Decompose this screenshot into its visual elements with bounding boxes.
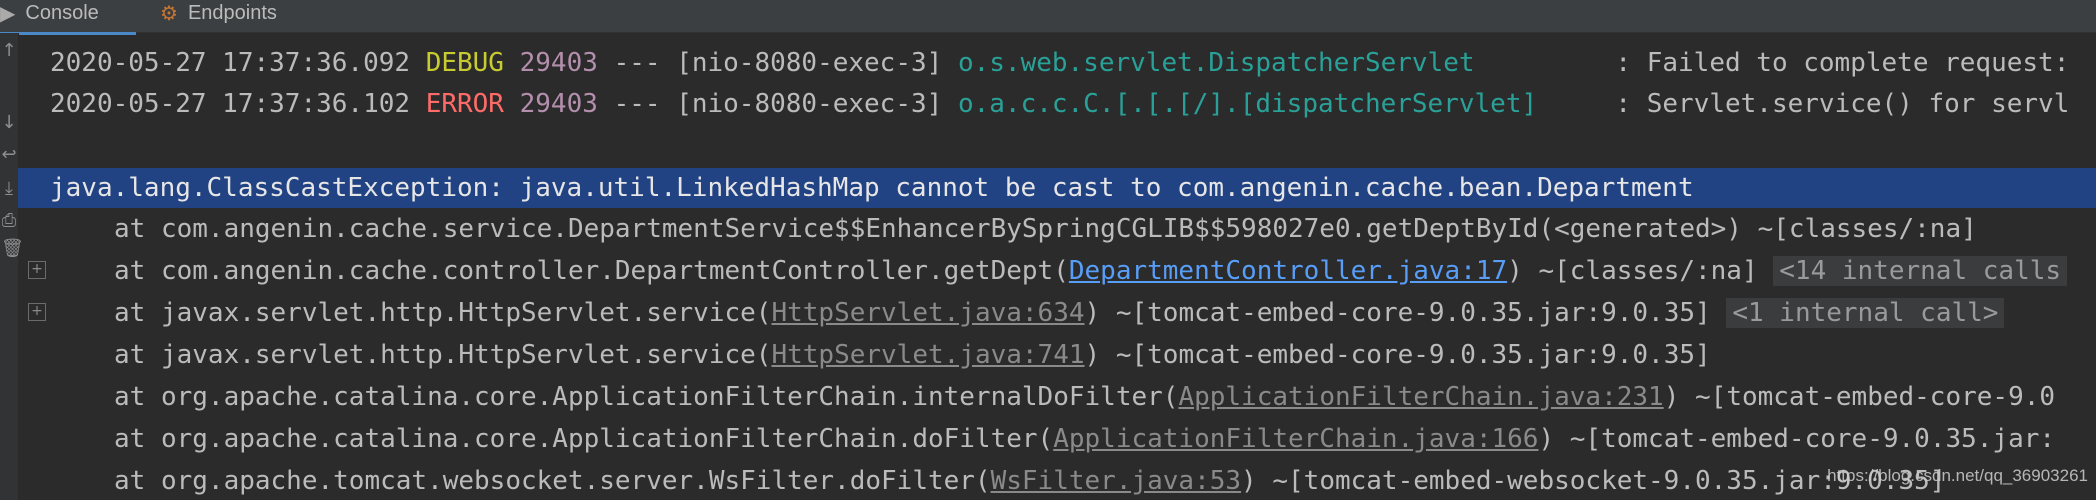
stack-frame-text: at javax.servlet.http.HttpServlet.servic… [114, 340, 772, 370]
stack-frame: at javax.servlet.http.HttpServlet.servic… [18, 293, 2005, 333]
stack-frame: at javax.servlet.http.HttpServlet.servic… [18, 335, 1711, 375]
log-message: : Servlet.service() for servl [1615, 89, 2070, 119]
stack-frame: at com.angenin.cache.service.DepartmentS… [18, 209, 1977, 249]
stack-frame: at com.angenin.cache.controller.Departme… [18, 251, 2068, 291]
stack-frame: at org.apache.tomcat.websocket.server.Ws… [18, 461, 1945, 500]
log-level: ERROR [425, 89, 504, 119]
log-pid: 29403 [519, 48, 598, 78]
stack-frame-jar: ) ~[tomcat-embed-core-9.0 [1663, 382, 2056, 412]
log-message: : Failed to complete request: [1615, 48, 2070, 78]
scroll-up-icon[interactable]: ↑ [1, 41, 17, 61]
source-link[interactable]: WsFilter.java:53 [991, 466, 1241, 496]
exception-text: java.lang.ClassCastException: java.util.… [50, 173, 1694, 203]
console-output[interactable]: 2020-05-27 17:37:36.092 DEBUG 29403 --- … [18, 33, 2096, 500]
log-thread: [nio-8080-exec-3] [676, 48, 943, 78]
log-logger: o.a.c.c.C.[.[.[/].[dispatcherServlet] [957, 89, 1538, 119]
soft-wrap-icon[interactable]: ↩ [1, 145, 17, 165]
internal-calls-badge[interactable]: <1 internal call> [1726, 298, 2005, 328]
stack-frame-text: at com.angenin.cache.service.DepartmentS… [114, 214, 1977, 244]
endpoints-icon: ⚙ [160, 2, 178, 25]
internal-calls-badge[interactable]: <14 internal calls [1773, 256, 2068, 286]
log-level: DEBUG [425, 48, 504, 78]
stack-frame-text: at javax.servlet.http.HttpServlet.servic… [114, 298, 772, 328]
log-timestamp: 2020-05-27 17:37:36.092 [50, 48, 411, 78]
log-pid: 29403 [519, 89, 598, 119]
tab-endpoints-label: Endpoints [187, 1, 277, 24]
log-line-error: 2020-05-27 17:37:36.102 ERROR 29403 --- … [18, 84, 2069, 124]
stack-frame-jar: ) ~[classes/:na] [1507, 256, 1758, 286]
log-logger: o.s.web.servlet.DispatcherServlet [957, 48, 1475, 78]
stack-frame-jar: ) ~[tomcat-embed-core-9.0.35.jar: [1538, 424, 2056, 454]
log-line-debug: 2020-05-27 17:37:36.092 DEBUG 29403 --- … [18, 43, 2069, 83]
watermark: https://blog.csdn.net/qq_36903261 [1827, 466, 2088, 485]
scroll-to-end-icon[interactable]: ⤓ [1, 179, 17, 199]
tab-console[interactable]: ▶ Console [0, 0, 136, 35]
source-link[interactable]: HttpServlet.java:741 [771, 340, 1084, 370]
log-sep: --- [613, 89, 661, 119]
log-timestamp: 2020-05-27 17:37:36.102 [50, 89, 411, 119]
stack-frame-text: at org.apache.catalina.core.ApplicationF… [114, 382, 1179, 412]
log-sep: --- [613, 48, 661, 78]
stack-frame-text: at org.apache.catalina.core.ApplicationF… [114, 424, 1054, 454]
stack-frame: at org.apache.catalina.core.ApplicationF… [18, 419, 2055, 459]
exception-line[interactable]: java.lang.ClassCastException: java.util.… [18, 168, 2096, 208]
console-toolbar: ↑ ↓ ↩ ⤓ ⎙ 🗑 [0, 33, 24, 500]
source-link[interactable]: ApplicationFilterChain.java:231 [1178, 382, 1663, 412]
stack-frame-jar: ) ~[tomcat-embed-core-9.0.35.jar:9.0.35] [1084, 298, 1711, 328]
source-link[interactable]: ApplicationFilterChain.java:166 [1053, 424, 1538, 454]
stack-frame-text: at org.apache.tomcat.websocket.server.Ws… [114, 466, 991, 496]
log-thread: [nio-8080-exec-3] [676, 89, 943, 119]
console-icon: ▶ [0, 2, 16, 25]
source-link[interactable]: DepartmentController.java:17 [1069, 256, 1507, 286]
tab-console-label: Console [25, 1, 99, 24]
tool-window-tabbar: ▶ Console ⚙ Endpoints [0, 0, 2096, 35]
scroll-down-icon[interactable]: ↓ [1, 113, 17, 133]
source-link[interactable]: HttpServlet.java:634 [771, 298, 1084, 328]
print-icon[interactable]: ⎙ [1, 211, 17, 231]
stack-frame-jar: ) ~[tomcat-embed-core-9.0.35.jar:9.0.35] [1084, 340, 1711, 370]
clear-icon[interactable]: 🗑 [1, 239, 24, 259]
stack-frame: at org.apache.catalina.core.ApplicationF… [18, 377, 2055, 417]
stack-frame-text: at com.angenin.cache.controller.Departme… [114, 256, 1069, 286]
tab-endpoints[interactable]: ⚙ Endpoints [160, 0, 277, 32]
